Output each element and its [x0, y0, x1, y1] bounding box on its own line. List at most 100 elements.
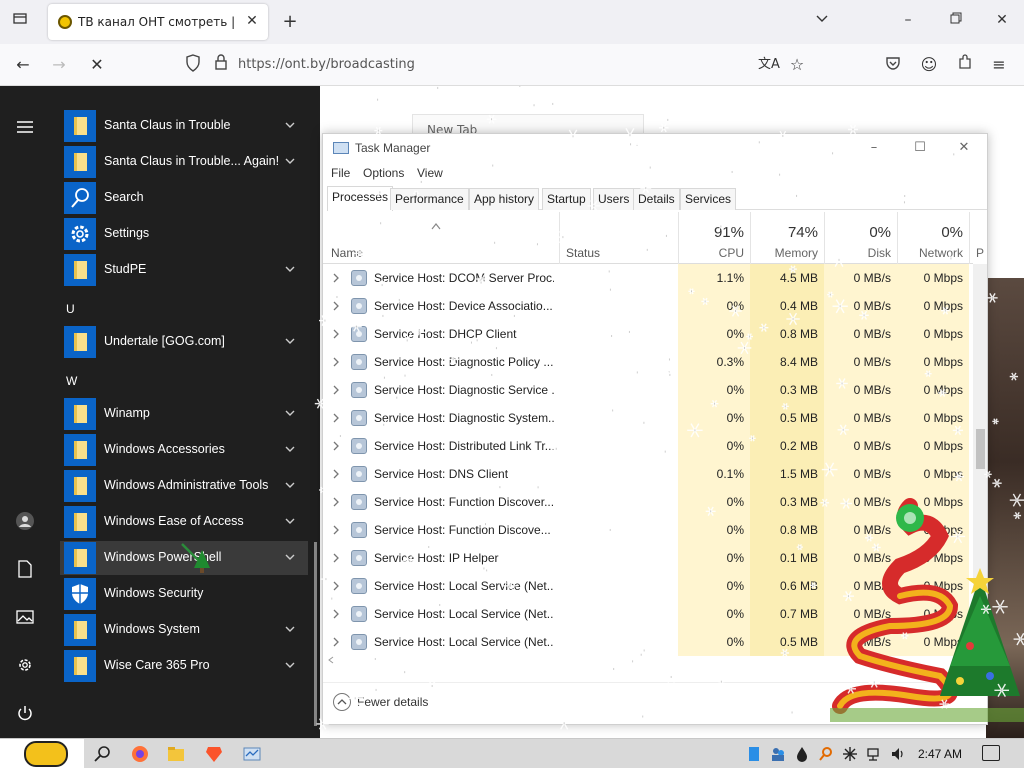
file-explorer-icon[interactable] [166, 744, 186, 764]
chevron-down-icon[interactable] [816, 12, 828, 26]
tray-app-icon[interactable] [746, 746, 762, 762]
chevron-right-icon[interactable] [331, 328, 341, 340]
settings-gear-icon[interactable] [12, 652, 38, 678]
chevron-right-icon[interactable] [331, 356, 341, 368]
chevron-right-icon[interactable] [331, 636, 341, 648]
table-row[interactable]: Service Host: DHCP Client 0% 0.8 MB 0 MB/s 0… [323, 320, 973, 348]
documents-icon[interactable] [12, 556, 38, 582]
lock-icon[interactable] [210, 54, 232, 76]
app-item-windows-accessories[interactable]: Windows Accessories [60, 433, 308, 467]
chevron-right-icon[interactable] [331, 412, 341, 424]
stop-loading-button[interactable]: ✕ [86, 54, 108, 76]
app-item-wise-care-365-pro[interactable]: Wise Care 365 Pro [60, 649, 308, 683]
table-row[interactable]: Service Host: Distributed Link Tr... 0% 0.… [323, 432, 973, 460]
letter-header-w[interactable]: W [66, 374, 77, 388]
chevron-right-icon[interactable] [331, 384, 341, 396]
people-icon[interactable] [770, 746, 786, 762]
pocket-icon[interactable] [882, 54, 904, 76]
app-item-windows-security[interactable]: Windows Security [60, 577, 308, 611]
table-row[interactable]: Service Host: DNS Client 0.1% 1.5 MB 0 MB/s… [323, 460, 973, 488]
tab-processes[interactable]: Processes [327, 186, 394, 211]
browser-tab[interactable]: ТВ канал ОНТ смотреть | онл ✕ [48, 4, 268, 40]
hamburger-icon[interactable] [12, 114, 38, 140]
app-item-studpe[interactable]: StudPE [60, 253, 308, 287]
table-row[interactable]: Service Host: Diagnostic Policy ... 0.3% 8… [323, 348, 973, 376]
close-tab-icon[interactable]: ✕ [244, 13, 260, 29]
minimize-button[interactable]: – [865, 140, 883, 156]
tab-details[interactable]: Details [633, 188, 680, 210]
tab-users[interactable]: Users [593, 188, 635, 210]
tab-app-history[interactable]: App history [469, 188, 540, 210]
tab-services[interactable]: Services [680, 188, 737, 210]
droplet-icon[interactable] [794, 746, 810, 762]
power-icon[interactable] [12, 700, 38, 726]
app-item-windows-administrative-tools[interactable]: Windows Administrative Tools [60, 469, 308, 503]
app-item-santa-claus-in-trouble[interactable]: Santa Claus in Trouble [60, 109, 308, 143]
chevron-right-icon[interactable] [331, 440, 341, 452]
column-header-network[interactable]: 0% Network [897, 212, 969, 264]
scrollbar-thumb[interactable] [976, 429, 985, 469]
app-item-settings[interactable]: Settings [60, 217, 308, 251]
minimize-button[interactable]: – [898, 10, 918, 30]
forward-button[interactable]: → [48, 54, 70, 76]
brave-icon[interactable] [204, 744, 224, 764]
task-manager-taskbar-icon[interactable] [242, 744, 262, 764]
volume-icon[interactable] [890, 746, 906, 762]
notification-center-icon[interactable] [982, 745, 1000, 761]
app-item-windows-system[interactable]: Windows System [60, 613, 308, 647]
tab-startup[interactable]: Startup [542, 188, 591, 210]
column-header-name[interactable]: Name [331, 246, 363, 260]
back-button[interactable]: ← [12, 54, 34, 76]
chevron-up-circle-icon[interactable] [333, 693, 351, 711]
firefox-icon[interactable] [130, 744, 150, 764]
bookmark-star-icon[interactable]: ☆ [786, 54, 808, 76]
shield-icon[interactable] [182, 54, 204, 76]
table-row[interactable]: Service Host: DCOM Server Proc... 1.1% 4.5… [323, 264, 973, 292]
chevron-right-icon[interactable] [331, 496, 341, 508]
close-window-button[interactable]: ✕ [955, 140, 973, 156]
chevron-right-icon[interactable] [331, 580, 341, 592]
maximize-button[interactable]: ☐ [911, 140, 929, 156]
menu-file[interactable]: File [331, 166, 350, 180]
column-header-status-cell[interactable]: Status [559, 212, 678, 264]
table-row[interactable]: Service Host: Diagnostic System... 0% 0.5 … [323, 404, 973, 432]
snowflake-icon[interactable] [842, 746, 858, 762]
restore-button[interactable] [946, 10, 966, 30]
start-menu-scrollbar[interactable] [314, 542, 317, 726]
close-window-button[interactable]: ✕ [992, 10, 1012, 30]
column-header-disk[interactable]: 0% Disk [824, 212, 897, 264]
chevron-right-icon[interactable] [331, 272, 341, 284]
column-header-cpu[interactable]: 91% CPU [678, 212, 750, 264]
column-header-power[interactable]: P [969, 212, 984, 264]
app-item-winamp[interactable]: Winamp [60, 397, 308, 431]
app-item-windows-ease-of-access[interactable]: Windows Ease of Access [60, 505, 308, 539]
new-tab-button[interactable]: + [280, 10, 300, 34]
network-icon[interactable] [866, 746, 882, 762]
address-bar[interactable]: https://ont.by/broadcasting [238, 57, 415, 72]
table-row[interactable]: Service Host: Device Associatio... 0% 0.4 … [323, 292, 973, 320]
translate-icon[interactable]: 文A [758, 54, 780, 76]
app-item-search[interactable]: Search [60, 181, 308, 215]
scroll-left-icon[interactable] [327, 656, 335, 664]
chevron-right-icon[interactable] [331, 468, 341, 480]
app-item-undertale[interactable]: Undertale [GOG.com] [60, 325, 308, 359]
menu-options[interactable]: Options [363, 166, 404, 180]
pictures-icon[interactable] [12, 604, 38, 630]
clock[interactable]: 2:47 AM [918, 747, 962, 761]
letter-header-u[interactable]: U [66, 302, 75, 316]
chevron-right-icon[interactable] [331, 608, 341, 620]
search-icon[interactable] [92, 744, 112, 764]
app-item-santa-claus-again[interactable]: Santa Claus in Trouble... Again! [60, 145, 308, 179]
column-header-memory[interactable]: 74% Memory [750, 212, 824, 264]
chevron-right-icon[interactable] [331, 524, 341, 536]
start-button[interactable] [0, 739, 84, 768]
task-manager-titlebar[interactable]: Task Manager – ☐ ✕ [323, 134, 987, 162]
hamburger-menu-icon[interactable]: ≡ [988, 54, 1010, 76]
account-icon[interactable]: ☺ [918, 54, 940, 76]
chevron-right-icon[interactable] [331, 552, 341, 564]
fewer-details-link[interactable]: Fewer details [357, 695, 428, 709]
user-avatar-icon[interactable] [12, 508, 38, 534]
search-tray-icon[interactable] [818, 746, 834, 762]
tab-performance[interactable]: Performance [390, 188, 469, 210]
tab-list-icon[interactable] [8, 10, 32, 34]
